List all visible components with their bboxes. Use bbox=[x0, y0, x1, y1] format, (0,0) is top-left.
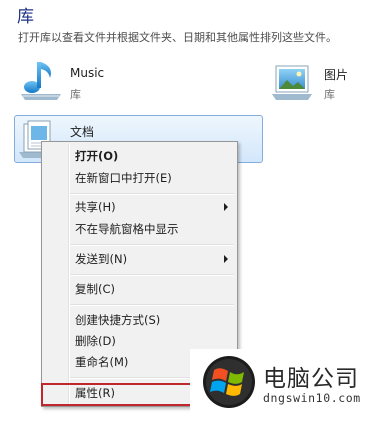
menu-item-delete[interactable]: 删除(D) bbox=[75, 333, 116, 349]
library-name: 图片 bbox=[324, 68, 349, 82]
library-type: 库 bbox=[324, 88, 335, 101]
library-name: 文档 bbox=[70, 125, 95, 139]
menu-item-create-shortcut[interactable]: 创建快捷方式(S) bbox=[75, 312, 160, 328]
menu-item-open[interactable]: 打开(O) bbox=[75, 148, 118, 164]
menu-item-rename[interactable]: 重命名(M) bbox=[75, 354, 128, 370]
watermark: 电脑公司 dngswin10.com bbox=[190, 349, 382, 431]
watermark-title: 电脑公司 bbox=[263, 366, 359, 392]
menu-separator bbox=[70, 274, 234, 276]
watermark-url: dngswin10.com bbox=[263, 391, 361, 405]
library-pictures[interactable]: 图片 库 bbox=[270, 56, 370, 106]
menu-item-copy[interactable]: 复制(C) bbox=[75, 281, 115, 297]
page-description: 打开库以查看文件并根据文件夹、日期和其他属性排列这些文件。 bbox=[18, 31, 337, 44]
windows-logo-icon bbox=[203, 356, 255, 408]
page-title: 库 bbox=[17, 7, 35, 27]
library-name: Music bbox=[70, 66, 105, 80]
menu-item-hide-nav[interactable]: 不在导航窗格中显示 bbox=[75, 221, 179, 237]
menu-item-send-to[interactable]: 发送到(N) bbox=[75, 251, 127, 267]
menu-item-share[interactable]: 共享(H) bbox=[75, 199, 116, 215]
menu-item-open-new-window[interactable]: 在新窗口中打开(E) bbox=[75, 170, 172, 186]
submenu-arrow-icon bbox=[224, 255, 228, 263]
menu-separator bbox=[70, 193, 234, 195]
music-library-icon bbox=[21, 62, 61, 100]
library-type: 库 bbox=[70, 88, 81, 101]
library-music[interactable]: Music 库 bbox=[14, 56, 214, 106]
menu-separator bbox=[70, 304, 234, 306]
submenu-arrow-icon bbox=[224, 203, 228, 211]
menu-separator bbox=[70, 244, 234, 246]
pictures-library-icon bbox=[272, 65, 312, 100]
